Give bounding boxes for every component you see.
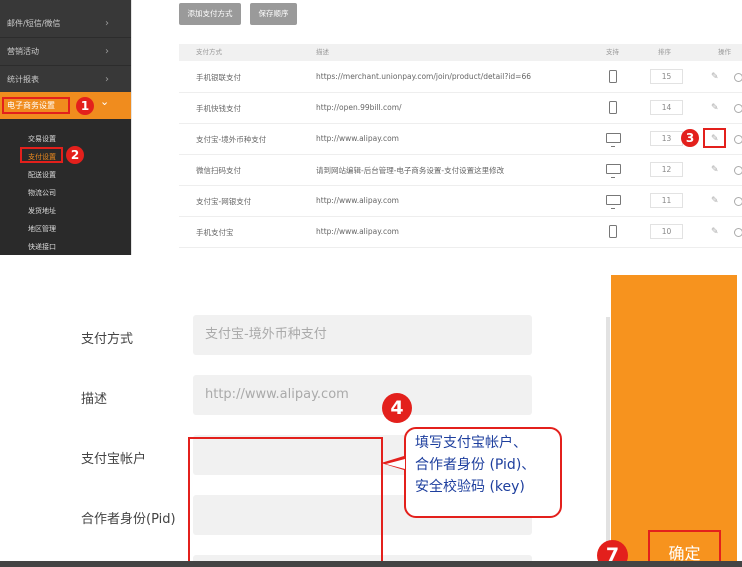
settings-icon[interactable] xyxy=(734,166,742,175)
edit-icon[interactable]: ✎ xyxy=(711,103,721,113)
row-desc: http://www.alipay.com xyxy=(316,227,399,236)
order-input[interactable]: 15 xyxy=(650,69,683,84)
sidebar: 邮件/短信/微信 › 营销活动 › 统计报表 › 电子商务设置 1 ⌄ 交易设置… xyxy=(0,0,131,255)
order-input[interactable]: 12 xyxy=(650,162,683,177)
row-desc: http://www.alipay.com xyxy=(316,134,399,143)
chevron-right-icon: › xyxy=(105,46,109,57)
row-divider xyxy=(179,123,742,124)
fields-highlight xyxy=(188,437,383,567)
save-order-button[interactable]: 保存顺序 xyxy=(250,3,297,25)
instruction-callout: 填写支付宝帐户、 合作者身份 (Pid)、 安全校验码 (key) xyxy=(404,427,562,518)
settings-icon[interactable] xyxy=(734,104,742,113)
step-badge-4: 4 xyxy=(382,393,412,423)
row-divider xyxy=(179,185,742,186)
submenu-item-region[interactable]: 地区管理 xyxy=(28,224,56,234)
callout-pointer-inner xyxy=(386,459,405,469)
submenu-item-address[interactable]: 发货地址 xyxy=(28,206,56,216)
phone-icon xyxy=(609,70,617,83)
account-label: 支付宝帐户 xyxy=(81,452,147,467)
row-name: 支付宝-网银支付 xyxy=(196,197,252,206)
monitor-icon xyxy=(606,133,621,147)
selection-highlight xyxy=(20,147,63,163)
method-label: 支付方式 xyxy=(81,332,134,347)
desc-label: 描述 xyxy=(81,392,108,407)
submenu-item-express[interactable]: 快递接口 xyxy=(28,242,56,252)
pid-label: 合作者身份(Pid) xyxy=(81,512,176,527)
submenu-item-trade[interactable]: 交易设置 xyxy=(28,134,56,144)
order-input[interactable]: 13 xyxy=(650,131,683,146)
callout-line: 安全校验码 (key) xyxy=(415,479,525,495)
edit-icon[interactable]: ✎ xyxy=(711,196,721,206)
submenu xyxy=(0,119,131,255)
settings-icon[interactable] xyxy=(734,197,742,206)
row-desc: http://www.alipay.com xyxy=(316,196,399,205)
edit-icon[interactable]: ✎ xyxy=(711,227,721,237)
sidebar-item-ecommerce[interactable]: 电子商务设置 1 ⌄ xyxy=(0,92,131,119)
sidebar-item-label: 电子商务设置 xyxy=(2,97,70,114)
order-input[interactable]: 11 xyxy=(650,193,683,208)
callout-line: 合作者身份 (Pid)、 xyxy=(415,457,536,473)
row-name: 微信扫码支付 xyxy=(196,166,241,175)
submenu-item-shipping[interactable]: 配送设置 xyxy=(28,170,56,180)
order-input[interactable]: 14 xyxy=(650,100,683,115)
chevron-right-icon: › xyxy=(105,74,109,85)
sidebar-item-marketing[interactable]: 营销活动 › xyxy=(0,38,131,66)
column-header-action: 操作 xyxy=(718,48,731,56)
row-divider xyxy=(179,247,742,248)
settings-icon[interactable] xyxy=(734,135,742,144)
callout-line: 填写支付宝帐户、 xyxy=(415,435,527,451)
bottom-edge xyxy=(0,561,742,567)
row-name: 手机支付宝 xyxy=(196,228,234,237)
column-header-support: 支持 xyxy=(606,48,619,56)
monitor-icon xyxy=(606,195,621,209)
settings-icon[interactable] xyxy=(734,228,742,237)
row-name: 支付宝-境外币种支付 xyxy=(196,135,267,144)
column-header-desc: 描述 xyxy=(316,48,329,56)
step-badge-3: 3 xyxy=(681,129,699,147)
submenu-item-logistics[interactable]: 物流公司 xyxy=(28,188,56,198)
chevron-right-icon: › xyxy=(105,18,109,29)
row-desc: 请到网站编辑-后台管理-电子商务设置-支付设置这里修改 xyxy=(316,166,505,175)
monitor-icon xyxy=(606,164,621,178)
step-badge-2: 2 xyxy=(66,146,84,164)
method-field[interactable]: 支付宝-境外币种支付 xyxy=(193,315,532,355)
edit-icon[interactable]: ✎ xyxy=(711,165,721,175)
row-divider xyxy=(179,92,742,93)
row-divider xyxy=(179,154,742,155)
phone-icon xyxy=(609,101,617,114)
settings-icon[interactable] xyxy=(734,73,742,82)
sidebar-item-mail[interactable]: 邮件/短信/微信 › xyxy=(0,10,131,38)
sidebar-item-label: 统计报表 xyxy=(7,75,39,84)
column-header-order: 排序 xyxy=(658,48,671,56)
phone-icon xyxy=(609,225,617,238)
row-name: 手机银联支付 xyxy=(196,73,241,82)
row-desc: https://merchant.unionpay.com/join/produ… xyxy=(316,72,532,81)
chevron-down-icon: ⌄ xyxy=(100,95,110,108)
order-input[interactable]: 10 xyxy=(650,224,683,239)
sidebar-item-label: 邮件/短信/微信 xyxy=(7,19,61,28)
scrollbar[interactable] xyxy=(606,317,610,557)
sidebar-item-label: 营销活动 xyxy=(7,47,39,56)
edit-icon[interactable]: ✎ xyxy=(711,72,721,82)
desc-field[interactable]: http://www.alipay.com xyxy=(193,375,532,415)
step-badge-1: 1 xyxy=(76,97,94,115)
orange-side-panel xyxy=(611,275,737,567)
column-header-method: 支付方式 xyxy=(196,48,222,56)
sidebar-item-reports[interactable]: 统计报表 › xyxy=(0,66,131,94)
row-desc: http://open.99bill.com/ xyxy=(316,103,402,112)
edit-icon[interactable]: ✎ xyxy=(711,134,721,144)
add-payment-button[interactable]: 添加支付方式 xyxy=(179,3,241,25)
row-divider xyxy=(179,216,742,217)
row-name: 手机快钱支付 xyxy=(196,104,241,113)
